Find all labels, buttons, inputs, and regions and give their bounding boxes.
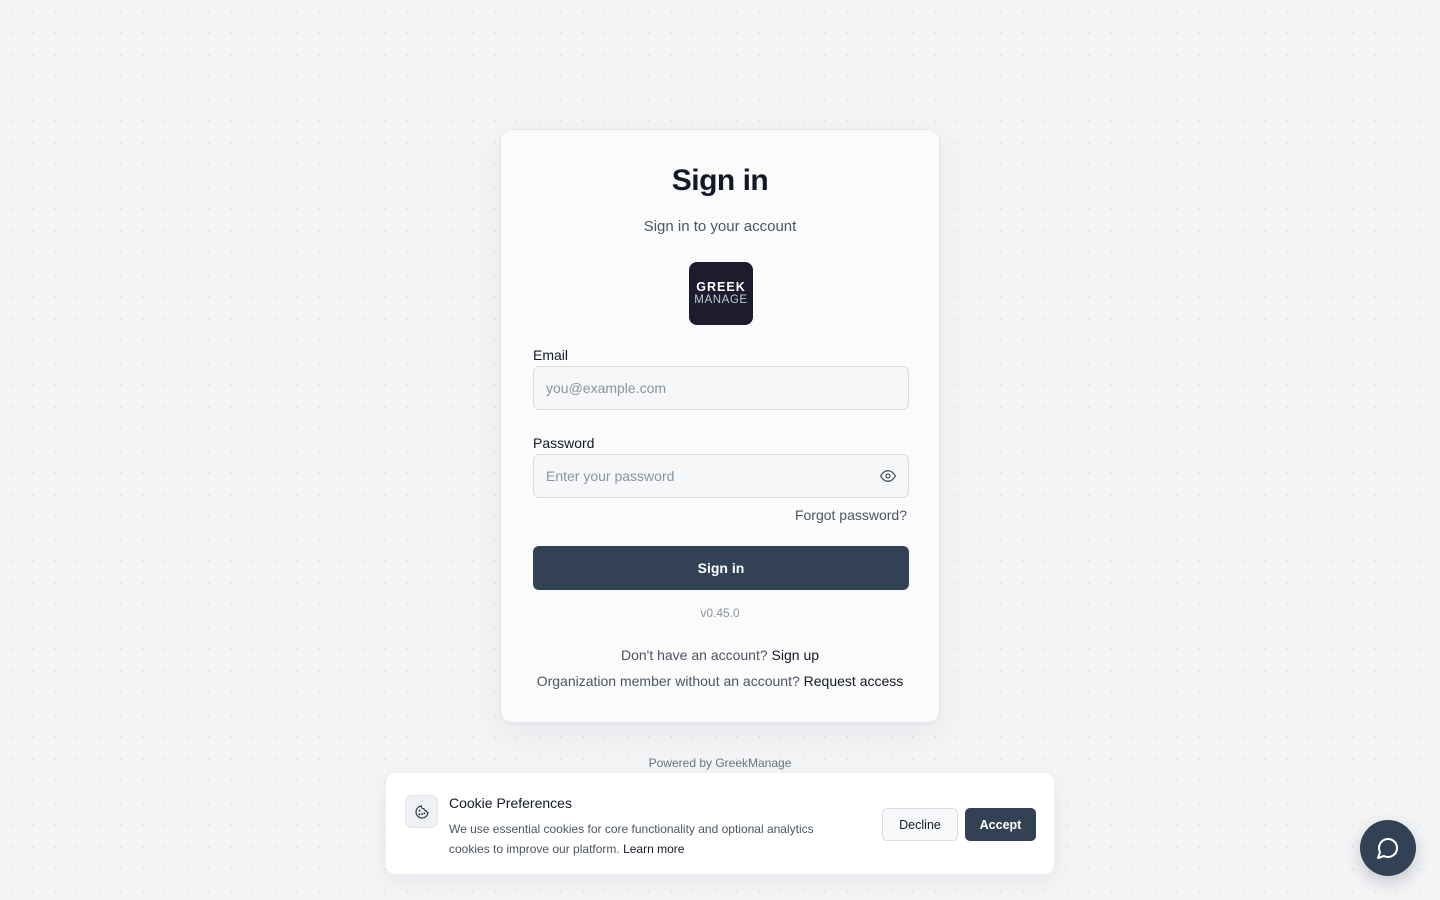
- logo-line-1: GREEK: [696, 279, 746, 294]
- chat-launcher-button[interactable]: [1360, 820, 1416, 876]
- eye-icon[interactable]: [879, 467, 897, 485]
- learn-more-link[interactable]: Learn more: [623, 842, 684, 856]
- decline-button[interactable]: Decline: [882, 808, 958, 841]
- signup-row: Don't have an account? Sign up: [501, 647, 939, 663]
- email-field[interactable]: [533, 366, 909, 410]
- logo-line-2: MANAGE: [694, 294, 748, 307]
- accept-button[interactable]: Accept: [965, 808, 1036, 841]
- powered-by-footer: Powered by GreekManage: [648, 756, 792, 770]
- password-field[interactable]: [533, 454, 909, 498]
- signin-card: Sign in Sign in to your account GREEK MA…: [500, 129, 940, 723]
- signup-prompt: Don't have an account?: [620, 647, 772, 663]
- email-label: Email: [533, 347, 569, 363]
- cookie-banner: Cookie Preferences We use essential cook…: [385, 772, 1055, 875]
- sign-in-button[interactable]: Sign in: [533, 546, 909, 590]
- password-label: Password: [533, 435, 595, 451]
- sign-up-link[interactable]: Sign up: [772, 647, 819, 663]
- chat-bubble-icon: [1377, 838, 1398, 859]
- page-subtitle: Sign in to your account: [643, 218, 797, 235]
- request-access-prompt: Organization member without an account?: [536, 673, 804, 689]
- request-access-row: Organization member without an account? …: [501, 673, 939, 689]
- greekmanage-logo: GREEK MANAGE: [689, 262, 753, 325]
- page-title: Sign in: [671, 164, 769, 197]
- forgot-password-link[interactable]: Forgot password?: [795, 507, 907, 523]
- cookie-icon: [405, 795, 438, 828]
- version-label: v0.45.0: [700, 606, 740, 620]
- cookie-description: We use essential cookies for core functi…: [449, 819, 839, 859]
- request-access-link[interactable]: Request access: [804, 673, 904, 689]
- cookie-title: Cookie Preferences: [449, 795, 572, 811]
